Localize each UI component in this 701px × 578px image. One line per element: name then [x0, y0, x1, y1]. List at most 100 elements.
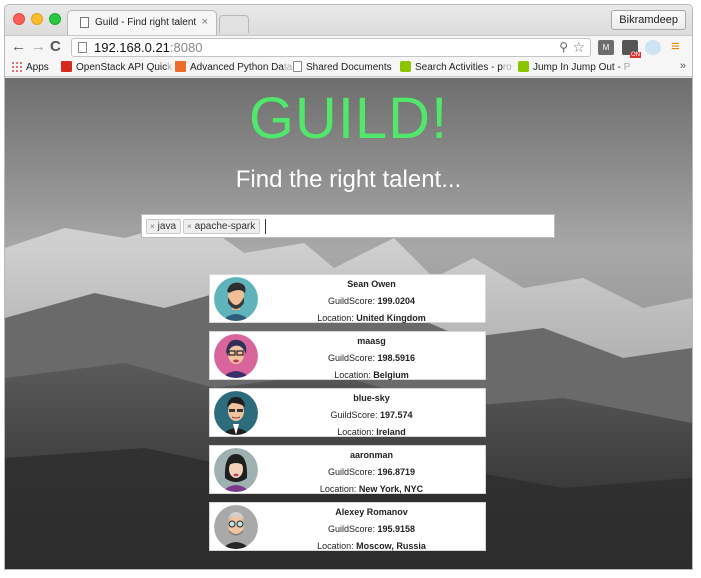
maximize-window-button[interactable] [49, 13, 61, 25]
location-value: New York, NYC [358, 484, 424, 494]
bookmark-openstack[interactable]: OpenStack API Quick [61, 61, 172, 75]
score-value: 198.5916 [377, 353, 416, 363]
url-port: :8080 [169, 40, 203, 55]
bookmark-label-fade: P [623, 62, 631, 73]
location-label: Location: [337, 427, 377, 437]
result-location: Location: Moscow, Russia [258, 541, 485, 551]
result-card[interactable]: Alexey Romanov GuildScore: 195.9158 Loca… [209, 502, 486, 551]
openstack-icon [61, 61, 72, 72]
extension-m-icon[interactable]: M [598, 40, 614, 55]
text-cursor [265, 219, 266, 234]
forward-arrow-icon[interactable]: → [31, 38, 46, 56]
score-value: 197.574 [379, 410, 413, 420]
bookmark-apps[interactable]: Apps [11, 61, 49, 75]
result-card[interactable]: blue-sky GuildScore: 197.574 Location: I… [209, 388, 486, 437]
avatar [214, 505, 258, 549]
profile-button[interactable]: Bikramdeep [611, 10, 686, 30]
zoom-icon[interactable]: ⚲ [559, 40, 568, 54]
reload-icon[interactable]: C [50, 38, 61, 56]
document-icon [293, 61, 302, 72]
avatar [214, 277, 258, 321]
result-name: Sean Owen [347, 279, 396, 289]
guild-logo: GUILD! [248, 86, 449, 151]
browser-window: Guild - Find right talent × Bikramdeep ←… [4, 4, 693, 570]
tab-close-icon[interactable]: × [202, 16, 208, 28]
extension-cloud-icon[interactable] [645, 40, 661, 55]
back-arrow-icon[interactable]: ← [11, 38, 26, 56]
location-value: Moscow, Russia [356, 541, 426, 551]
result-card[interactable]: aaronman GuildScore: 196.8719 Location: … [209, 445, 486, 494]
location-label: Location: [334, 370, 374, 380]
bookmarks-bar: Apps OpenStack API Quick Advanced Python… [5, 58, 692, 77]
bookmark-label: Search Activities - p [415, 62, 503, 73]
score-value: 199.0204 [377, 296, 416, 306]
result-location: Location: New York, NYC [258, 484, 485, 494]
menu-icon[interactable]: ≡ [671, 38, 680, 55]
bookmark-label: Apps [26, 62, 49, 73]
score-label: GuildScore: [330, 410, 380, 420]
result-score: GuildScore: 196.8719 [258, 467, 485, 477]
result-card[interactable]: maasg GuildScore: 198.5916 Location: Bel… [209, 331, 486, 380]
avatar [214, 391, 258, 435]
new-tab-button[interactable] [219, 15, 249, 33]
result-location: Location: Ireland [258, 427, 485, 437]
page-info-icon[interactable] [78, 42, 87, 53]
close-window-button[interactable] [13, 13, 25, 25]
avatar-teal-suit-icon [214, 391, 258, 435]
result-score: GuildScore: 195.9158 [258, 524, 485, 534]
tab-strip: Guild - Find right talent × Bikramdeep [5, 5, 692, 35]
bookmark-star-icon[interactable]: ☆ [572, 39, 585, 56]
bookmark-jump-in-jump-out[interactable]: Jump In Jump Out - P [518, 61, 630, 75]
location-value: Ireland [376, 427, 406, 437]
active-tab[interactable]: Guild - Find right talent × [67, 10, 217, 35]
score-value: 196.8719 [377, 467, 416, 477]
score-label: GuildScore: [327, 467, 378, 477]
avatar [214, 334, 258, 378]
toolbar: ← → C 192.168.0.21:8080 ⚲ ☆ M ≡ [5, 35, 692, 58]
result-location: Location: Belgium [258, 370, 485, 380]
score-label: GuildScore: [327, 353, 378, 363]
bookmark-search-activities[interactable]: Search Activities - pro [400, 61, 512, 75]
location-value: United Kingdom [356, 313, 426, 323]
bookmark-shared-documents[interactable]: Shared Documents [293, 61, 392, 75]
bookmark-label: OpenStack API Quic [76, 62, 168, 73]
skills-tag-input[interactable]: × java × apache-spark [141, 214, 555, 238]
bookmark-label: Advanced Python Da [190, 62, 284, 73]
page-content: GUILD! Find the right talent... × java × a… [5, 78, 692, 569]
result-location: Location: United Kingdom [258, 313, 485, 323]
bookmarks-overflow-icon[interactable]: » [680, 60, 686, 72]
minimize-window-button[interactable] [31, 13, 43, 25]
score-label: GuildScore: [327, 524, 378, 534]
location-label: Location: [317, 541, 357, 551]
avatar-grey-woman-icon [214, 448, 258, 492]
tab-title: Guild - Find right talent [95, 17, 197, 28]
tag-remove-icon[interactable]: × [150, 222, 155, 231]
apps-grid-icon [11, 61, 22, 72]
avatar-teal-beard-icon [214, 277, 258, 321]
extension-on-icon[interactable] [622, 40, 641, 58]
result-score: GuildScore: 199.0204 [258, 296, 485, 306]
avatar-pink-glasses-icon [214, 334, 258, 378]
bookmark-label-fade: ta [283, 62, 293, 73]
location-label: Location: [319, 484, 359, 494]
avatar [214, 448, 258, 492]
tag-remove-icon[interactable]: × [187, 222, 192, 231]
page-icon [80, 17, 89, 28]
bookmark-python[interactable]: Advanced Python Data [175, 61, 292, 75]
result-name: blue-sky [353, 393, 390, 403]
result-score: GuildScore: 198.5916 [258, 353, 485, 363]
url-text: 192.168.0.21:8080 [94, 40, 202, 56]
p-icon [518, 61, 529, 72]
result-name: Alexey Romanov [335, 507, 408, 517]
location-value: Belgium [373, 370, 409, 380]
bookmark-label-fade: k [167, 62, 173, 73]
result-card[interactable]: Sean Owen GuildScore: 199.0204 Location:… [209, 274, 486, 323]
result-name: maasg [357, 336, 386, 346]
url-host: 192.168.0.21 [94, 40, 170, 55]
bookmark-label: Shared Documents [306, 62, 392, 73]
address-bar[interactable]: 192.168.0.21:8080 ⚲ ☆ [71, 38, 591, 57]
tag-apache-spark: × apache-spark [183, 219, 261, 234]
score-value: 195.9158 [377, 524, 416, 534]
result-score: GuildScore: 197.574 [258, 410, 485, 420]
bookmark-label: Jump In Jump Out - [533, 62, 624, 73]
